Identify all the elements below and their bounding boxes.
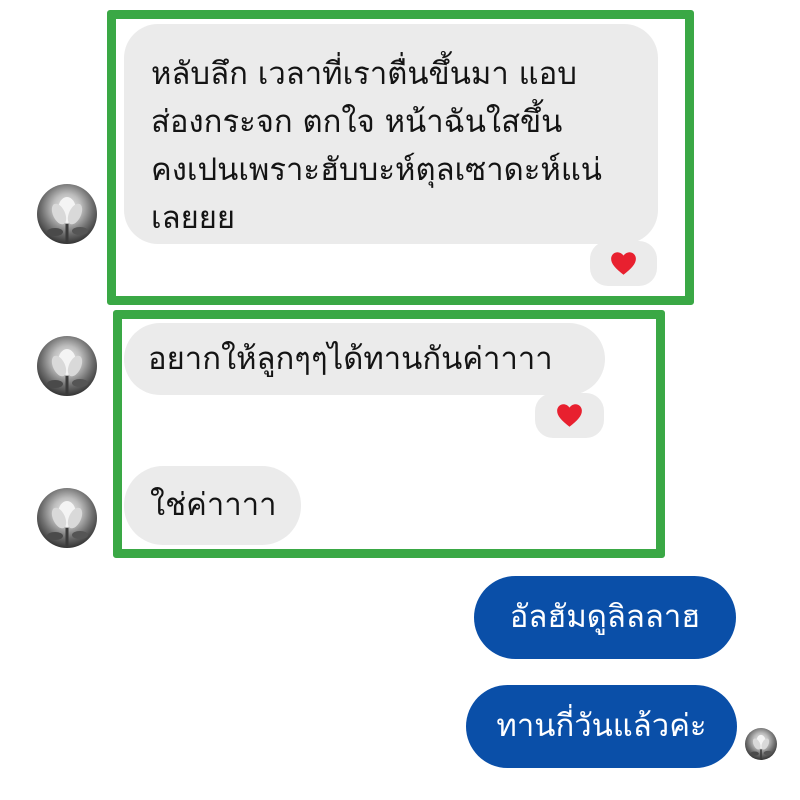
flower-avatar-icon xyxy=(750,734,773,759)
message-bubble-outgoing[interactable]: อัลฮัมดูลิลลาฮ xyxy=(474,576,736,659)
seen-receipt-avatar xyxy=(745,728,777,760)
reaction-badge[interactable] xyxy=(590,241,657,286)
reaction-badge[interactable] xyxy=(535,393,604,438)
message-bubble[interactable]: อยากให้ลูกๆๆได้ทานกันค่าาาา xyxy=(124,323,605,395)
message-bubble[interactable]: ใช่ค่าาาา xyxy=(124,466,301,545)
message-bubble-outgoing[interactable]: ทานกี่วันแล้วค่ะ xyxy=(466,685,737,768)
contact-avatar[interactable] xyxy=(37,336,97,396)
flower-avatar-icon xyxy=(47,349,88,394)
flower-avatar-icon xyxy=(47,501,88,546)
contact-avatar[interactable] xyxy=(37,184,97,244)
flower-avatar-icon xyxy=(47,197,88,242)
contact-avatar[interactable] xyxy=(37,488,97,548)
red-heart-icon xyxy=(611,252,636,275)
message-bubble[interactable]: หลับลึก เวลาที่เราตื่นขึ้นมา แอบ ส่องกระ… xyxy=(124,24,658,244)
red-heart-icon xyxy=(557,404,582,427)
